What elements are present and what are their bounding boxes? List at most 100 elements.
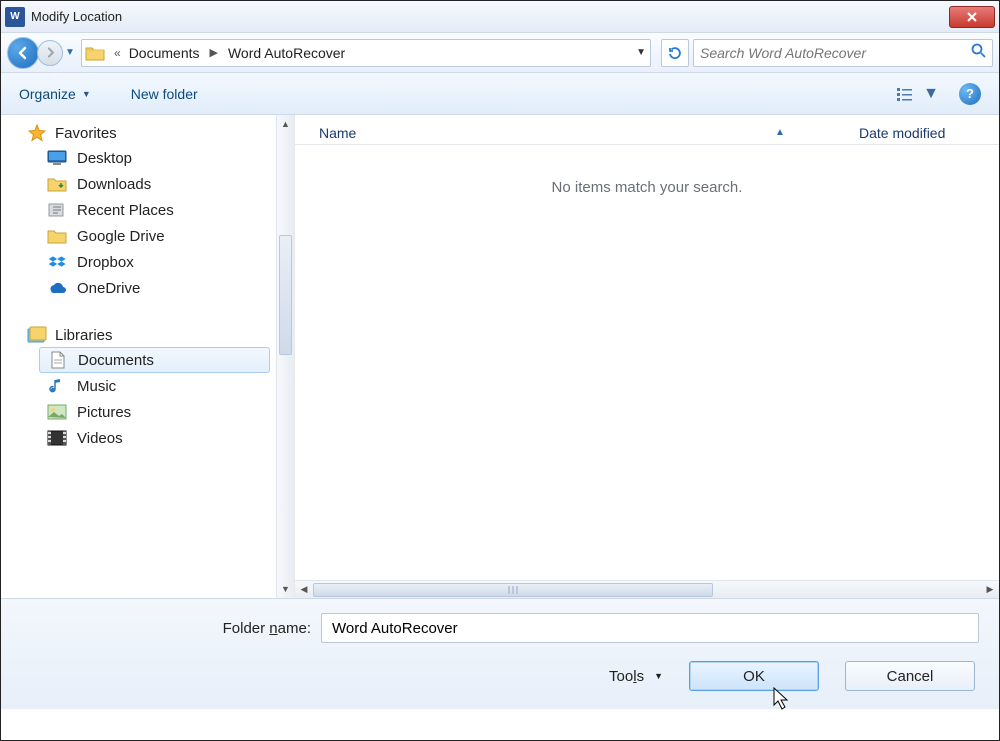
ok-button[interactable]: OK xyxy=(689,661,819,691)
breadcrumb-prefix: « xyxy=(108,46,127,60)
scroll-right-icon[interactable]: ▶ xyxy=(981,584,999,595)
search-input[interactable] xyxy=(700,45,970,61)
favorites-header[interactable]: Favorites xyxy=(1,121,294,145)
tree-label: Google Drive xyxy=(77,228,165,245)
forward-button[interactable] xyxy=(37,40,63,66)
folder-name-input[interactable] xyxy=(321,613,979,643)
breadcrumb-documents[interactable]: Documents xyxy=(127,45,202,61)
title-bar: W Modify Location xyxy=(1,1,999,33)
word-app-icon: W xyxy=(5,7,25,27)
folder-name-row: Folder name: xyxy=(21,613,979,643)
cancel-button[interactable]: Cancel xyxy=(845,661,975,691)
breadcrumb[interactable]: « Documents ▶ Word AutoRecover ▼ xyxy=(81,39,651,67)
dialog-window: W Modify Location ▼ « Documents ▶ Word A… xyxy=(0,0,1000,741)
sidebar-item-onedrive[interactable]: OneDrive xyxy=(1,275,294,301)
sidebar-item-recent-places[interactable]: Recent Places xyxy=(1,197,294,223)
close-button[interactable] xyxy=(949,6,995,28)
navigation-bar: ▼ « Documents ▶ Word AutoRecover ▼ xyxy=(1,33,999,73)
favorites-label: Favorites xyxy=(55,125,117,142)
new-folder-button[interactable]: New folder xyxy=(131,86,198,102)
nav-buttons: ▼ xyxy=(7,37,77,69)
organize-label: Organize xyxy=(19,86,76,102)
scroll-thumb[interactable] xyxy=(279,235,292,355)
new-folder-label: New folder xyxy=(131,86,198,102)
documents-icon xyxy=(48,351,68,369)
column-headers: Name ▲ Date modified xyxy=(295,115,999,145)
search-box[interactable] xyxy=(693,39,993,67)
libraries-label: Libraries xyxy=(55,327,113,344)
star-icon xyxy=(27,124,47,142)
tree-label: Documents xyxy=(78,352,154,369)
sidebar-item-music[interactable]: Music xyxy=(1,373,294,399)
search-icon[interactable] xyxy=(970,42,986,63)
footer: Folder name: Tools ▼ OK Cancel xyxy=(1,599,999,709)
libraries-icon xyxy=(27,326,47,344)
google-drive-icon xyxy=(47,227,67,245)
sidebar-item-google-drive[interactable]: Google Drive xyxy=(1,223,294,249)
horizontal-scrollbar[interactable]: ◀ ▶ xyxy=(295,580,999,598)
folder-icon xyxy=(82,40,108,66)
column-date-modified[interactable]: Date modified xyxy=(859,125,999,141)
scroll-down-icon[interactable]: ▼ xyxy=(277,580,294,598)
back-arrow-icon xyxy=(15,45,31,61)
scroll-thumb[interactable] xyxy=(313,583,713,597)
organize-button[interactable]: Organize ▼ xyxy=(19,86,91,102)
tree-label: Pictures xyxy=(77,404,131,421)
libraries-header[interactable]: Libraries xyxy=(1,323,294,347)
refresh-icon xyxy=(667,45,683,61)
content-pane: Name ▲ Date modified No items match your… xyxy=(295,115,999,598)
music-icon xyxy=(47,377,67,395)
folder-name-label: Folder name: xyxy=(21,620,311,637)
close-icon xyxy=(966,11,978,23)
recent-places-icon xyxy=(47,201,67,219)
toolbar: Organize ▼ New folder ▼ ? xyxy=(1,73,999,115)
view-options-button[interactable]: ▼ xyxy=(897,85,939,103)
desktop-icon xyxy=(47,149,67,167)
dropdown-icon: ▼ xyxy=(654,671,663,681)
sidebar-item-documents[interactable]: Documents xyxy=(39,347,270,373)
sidebar-item-dropbox[interactable]: Dropbox xyxy=(1,249,294,275)
tree-label: Downloads xyxy=(77,176,151,193)
tree-label: Desktop xyxy=(77,150,132,167)
videos-icon xyxy=(47,429,67,447)
sidebar-item-pictures[interactable]: Pictures xyxy=(1,399,294,425)
libraries-group: Libraries Documents Music Pictures Video… xyxy=(1,323,294,451)
refresh-button[interactable] xyxy=(661,39,689,67)
tree-label: Videos xyxy=(77,430,123,447)
forward-arrow-icon xyxy=(44,46,57,59)
tools-button[interactable]: Tools ▼ xyxy=(609,668,663,685)
sidebar-item-downloads[interactable]: Downloads xyxy=(1,171,294,197)
tree-label: Music xyxy=(77,378,116,395)
chevron-right-icon[interactable]: ▶ xyxy=(202,46,226,59)
help-icon: ? xyxy=(966,86,974,101)
breadcrumb-dropdown-icon[interactable]: ▼ xyxy=(636,47,646,58)
nav-history-dropdown[interactable]: ▼ xyxy=(63,41,77,65)
scroll-left-icon[interactable]: ◀ xyxy=(295,584,313,595)
pictures-icon xyxy=(47,403,67,421)
view-icon xyxy=(897,87,917,101)
breadcrumb-current[interactable]: Word AutoRecover xyxy=(226,45,347,61)
back-button[interactable] xyxy=(7,37,39,69)
dropdown-icon: ▼ xyxy=(923,85,939,103)
tree-label: OneDrive xyxy=(77,280,140,297)
onedrive-icon xyxy=(47,279,67,297)
sidebar-item-videos[interactable]: Videos xyxy=(1,425,294,451)
sort-indicator-icon: ▲ xyxy=(775,127,785,138)
sidebar: Favorites Desktop Downloads Recent Place… xyxy=(1,115,295,598)
scroll-up-icon[interactable]: ▲ xyxy=(277,115,294,133)
body: Favorites Desktop Downloads Recent Place… xyxy=(1,115,999,599)
tree-label: Recent Places xyxy=(77,202,174,219)
favorites-group: Favorites Desktop Downloads Recent Place… xyxy=(1,121,294,301)
dropbox-icon xyxy=(47,253,67,271)
scroll-track[interactable] xyxy=(313,583,981,597)
tree-label: Dropbox xyxy=(77,254,134,271)
downloads-icon xyxy=(47,175,67,193)
sidebar-item-desktop[interactable]: Desktop xyxy=(1,145,294,171)
sidebar-scrollbar[interactable]: ▲ ▼ xyxy=(276,115,294,598)
dropdown-icon: ▼ xyxy=(82,89,91,99)
window-title: Modify Location xyxy=(31,9,949,24)
button-row: Tools ▼ OK Cancel xyxy=(21,661,979,691)
column-name[interactable]: Name xyxy=(295,125,775,141)
help-button[interactable]: ? xyxy=(959,83,981,105)
empty-message: No items match your search. xyxy=(295,179,999,196)
